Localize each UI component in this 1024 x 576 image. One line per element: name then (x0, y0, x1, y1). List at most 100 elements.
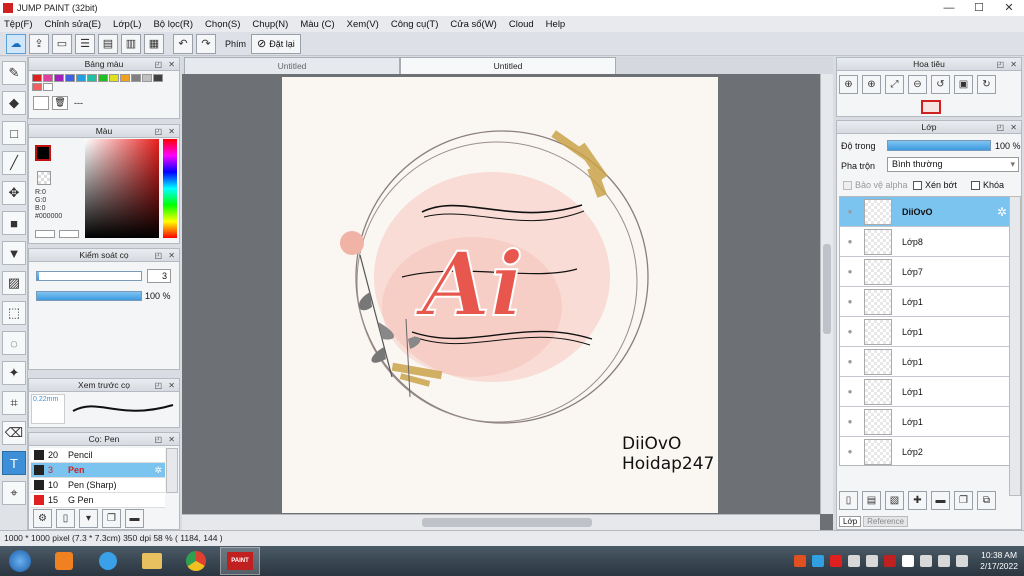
visibility-icon[interactable]: ● (840, 447, 860, 456)
clock[interactable]: 10:38 AM 2/17/2022 (980, 550, 1018, 572)
tray-icon[interactable] (812, 555, 825, 567)
rectangle-tool-icon[interactable]: □ (2, 121, 26, 145)
gradient-tool-icon[interactable]: ▨ (2, 271, 26, 295)
drawing-canvas[interactable]: Ai DiiOvO Hoidap247 (282, 77, 718, 513)
new-layer-icon[interactable]: ▯ (839, 491, 858, 510)
panel-buttons[interactable]: ◰ ✕ (155, 250, 177, 262)
color-swatch[interactable] (76, 74, 86, 82)
line-tool-icon[interactable]: ╱ (2, 151, 26, 175)
volume-icon[interactable] (956, 555, 969, 567)
panel-buttons[interactable]: ◰ ✕ (155, 434, 177, 446)
tab-untitled-2[interactable]: Untitled (400, 57, 616, 74)
panel-buttons[interactable]: ◰ ✕ (997, 59, 1019, 71)
layer-row[interactable]: ● Lớp1 (840, 407, 1009, 437)
layer-row[interactable]: ● Lớp7 (840, 257, 1009, 287)
menu-layer[interactable]: Lớp(L) (113, 19, 141, 30)
saturation-value-picker[interactable] (85, 139, 159, 238)
navigator-preview[interactable] (921, 100, 941, 114)
text-tool-icon[interactable]: T (2, 451, 26, 475)
taskbar-jumppaint[interactable]: PAINT (220, 547, 260, 575)
hue-slider[interactable] (163, 139, 177, 238)
layer-row[interactable]: ● Lớp1 (840, 317, 1009, 347)
brush-item[interactable]: 10 Pen (Sharp) (31, 478, 165, 493)
rotate-left-icon[interactable]: ↺ (931, 75, 950, 94)
brush-size-slider[interactable] (36, 271, 142, 281)
taskbar-chrome[interactable] (176, 547, 216, 575)
layer-row[interactable]: ● Lớp1 (840, 377, 1009, 407)
minimize-button[interactable]: — (934, 0, 964, 16)
taskbar-media-player[interactable] (44, 547, 84, 575)
menu-view[interactable]: Xem(V) (347, 19, 379, 30)
color-swatch[interactable] (153, 74, 163, 82)
layer-row[interactable]: ● Lớp1 (840, 347, 1009, 377)
zoom-in-icon[interactable]: ⊕ (862, 75, 881, 94)
brush-item[interactable]: 3 Pen ✲ (31, 463, 165, 478)
eraser-tool-icon[interactable]: ◆ (2, 91, 26, 115)
document-icon[interactable]: ▤ (98, 33, 118, 54)
color-swatch[interactable] (120, 74, 130, 82)
layer-row[interactable]: ● DiiOvO ✲ (840, 197, 1009, 227)
tab-reference[interactable]: Reference (863, 516, 909, 527)
brush-size-field[interactable]: 3 (147, 269, 171, 283)
page-icon[interactable]: ▥ (121, 33, 141, 54)
tray-icon[interactable] (920, 555, 933, 567)
add-layer-menu-icon[interactable]: ✚ (908, 491, 927, 510)
color-swatch[interactable] (87, 74, 97, 82)
brush-item[interactable]: 15 G Pen (31, 493, 165, 508)
new-palette-icon[interactable] (33, 96, 49, 110)
tray-icon[interactable] (794, 555, 807, 567)
menu-select[interactable]: Chọn(S) (205, 19, 240, 30)
visibility-icon[interactable]: ● (840, 387, 860, 396)
main-color-swatch[interactable] (35, 145, 51, 161)
panel-buttons[interactable]: ◰ ✕ (997, 122, 1019, 134)
visibility-icon[interactable]: ● (840, 357, 860, 366)
lasso-tool-icon[interactable]: ◌ (2, 331, 26, 355)
brush-menu-icon[interactable]: ▾ (79, 509, 98, 528)
panel-buttons[interactable]: ◰ ✕ (155, 380, 177, 392)
zoom-out-icon[interactable]: ⊖ (908, 75, 927, 94)
new-text-layer-icon[interactable]: ▧ (885, 491, 904, 510)
visibility-icon[interactable]: ● (840, 327, 860, 336)
layer-row[interactable]: ● Lớp2 (840, 437, 1009, 465)
color-mode-button[interactable] (35, 230, 55, 238)
layer-opacity-slider[interactable] (887, 140, 991, 151)
layer-folder-icon[interactable]: ▬ (931, 491, 950, 510)
color-swatch[interactable] (32, 74, 42, 82)
panel-buttons[interactable]: ◰ ✕ (155, 59, 177, 71)
select-eraser-tool-icon[interactable]: ⌫ (2, 421, 26, 445)
rotate-right-icon[interactable]: ↻ (977, 75, 996, 94)
visibility-icon[interactable]: ● (840, 417, 860, 426)
menu-edit[interactable]: Chỉnh sửa(E) (45, 19, 102, 30)
brush-settings-icon[interactable]: ⚙ (33, 509, 52, 528)
menu-file[interactable]: Tệp(F) (4, 19, 33, 30)
color-swatch[interactable] (54, 74, 64, 82)
tab-layer[interactable]: Lớp (839, 516, 862, 527)
color-swatch[interactable] (32, 83, 42, 91)
select-rect-tool-icon[interactable]: ⬚ (2, 301, 26, 325)
color-swatch[interactable] (142, 74, 152, 82)
taskbar-ie[interactable] (88, 547, 128, 575)
visibility-icon[interactable]: ● (840, 267, 860, 276)
menu-help[interactable]: Help (546, 19, 566, 30)
fill-rect-tool-icon[interactable]: ■ (2, 211, 26, 235)
vertical-scrollbar[interactable] (820, 74, 833, 514)
visibility-icon[interactable]: ● (840, 237, 860, 246)
reset-view-icon[interactable]: ▣ (954, 75, 973, 94)
layer-list-scrollbar[interactable] (1009, 196, 1021, 496)
undo-icon[interactable]: ↶ (173, 33, 193, 54)
redo-icon[interactable]: ↷ (196, 33, 216, 54)
color-swap-button[interactable] (59, 230, 79, 238)
tray-icon[interactable] (884, 555, 897, 567)
panel-buttons[interactable]: ◰ ✕ (155, 126, 177, 138)
tab-untitled-1[interactable]: Untitled (184, 57, 400, 74)
protect-alpha-checkbox[interactable] (843, 180, 852, 190)
menu-window[interactable]: Cửa sổ(W) (450, 19, 496, 30)
tray-icon[interactable] (902, 555, 915, 567)
layer-row[interactable]: ● Lớp1 (840, 287, 1009, 317)
blend-mode-select[interactable]: Bình thường ▾ (887, 157, 1019, 172)
merge-layer-icon[interactable]: ⧉ (977, 491, 996, 510)
comment-icon[interactable]: ▭ (52, 33, 72, 54)
gear-icon[interactable]: ✲ (154, 465, 162, 476)
bucket-tool-icon[interactable]: ▼ (2, 241, 26, 265)
magic-wand-tool-icon[interactable]: ✦ (2, 361, 26, 385)
